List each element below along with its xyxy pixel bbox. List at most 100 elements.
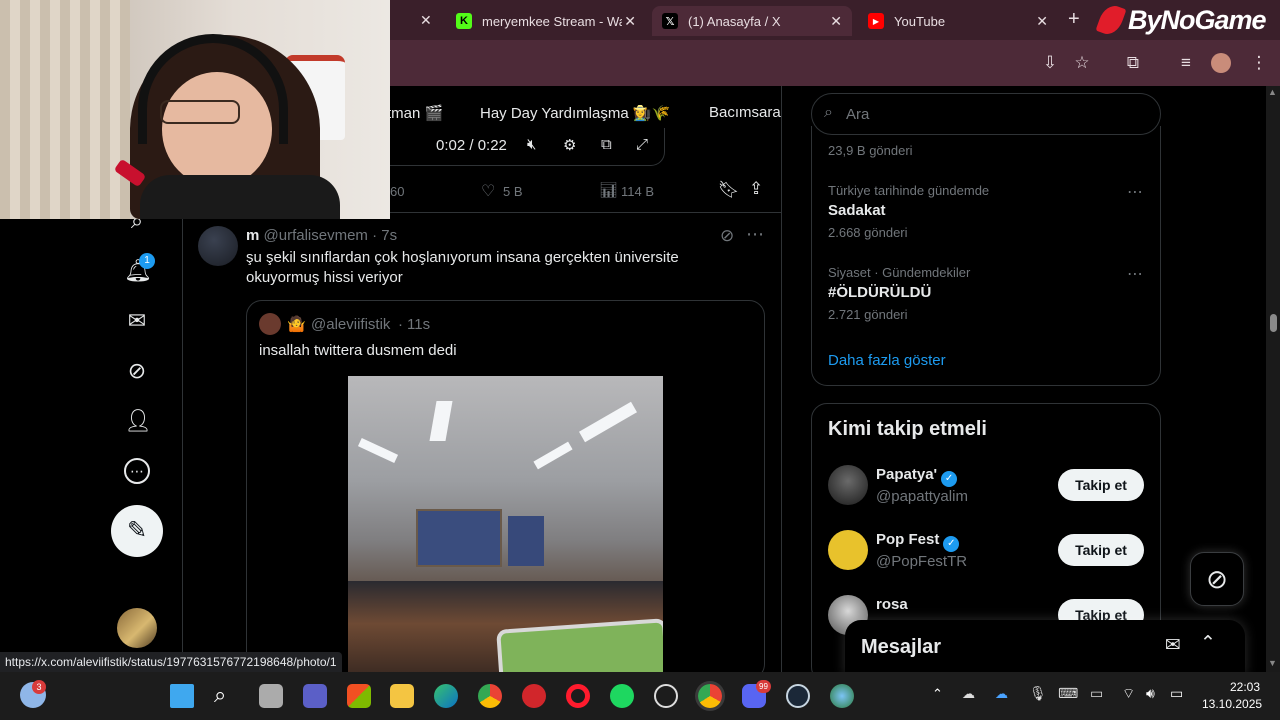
views-count[interactable]: 114 B bbox=[621, 184, 654, 199]
reply-count[interactable]: 60 bbox=[390, 184, 404, 199]
more-circle-icon[interactable]: ⋯ bbox=[124, 458, 150, 484]
status-bar-url: https://x.com/aleviifistik/status/197763… bbox=[0, 652, 342, 672]
tab-close-button[interactable]: ✕ bbox=[1036, 13, 1048, 30]
expand-drawer-icon[interactable]: ⌃ bbox=[1200, 632, 1216, 655]
mute-icon[interactable]: 🔇︎ bbox=[527, 136, 536, 153]
trend-count: 23,9 B gönderi bbox=[828, 143, 913, 158]
chalkboard bbox=[508, 516, 544, 566]
tray-onedrive-icon[interactable]: ☁ bbox=[995, 686, 1008, 702]
follow-button[interactable]: Takip et bbox=[1058, 534, 1144, 566]
tab-kick-stream[interactable]: K meryemkee Stream - Wa ✕ bbox=[446, 6, 646, 36]
new-tab-button[interactable]: + bbox=[1068, 8, 1080, 31]
quoted-tweet-card[interactable]: 🤷 @aleviifistik · 11s insallah twittera … bbox=[246, 300, 765, 680]
globe-app-icon[interactable] bbox=[830, 684, 854, 708]
follow-button[interactable]: Takip et bbox=[1058, 469, 1144, 501]
follow-name[interactable]: Papatya' bbox=[876, 466, 937, 483]
bookmark-icon[interactable]: 🔖︎ bbox=[718, 180, 740, 200]
profile-person-icon[interactable]: 👤︎ bbox=[124, 408, 152, 434]
account-avatar[interactable] bbox=[117, 608, 157, 648]
messages-drawer[interactable]: Mesajlar ✉ ⌃ bbox=[845, 620, 1245, 675]
page-scrollbar[interactable]: ▲ ▼ bbox=[1266, 86, 1280, 672]
clock-time[interactable]: 22:03 bbox=[1230, 680, 1260, 694]
tweet-author-handle[interactable]: @urfalisevmem bbox=[264, 227, 368, 244]
follow-handle: @papattyalim bbox=[876, 488, 968, 505]
extensions-icon[interactable]: ⧉ bbox=[1123, 53, 1143, 73]
messages-envelope-icon[interactable]: ✉ bbox=[124, 308, 150, 334]
obs-icon[interactable] bbox=[654, 684, 678, 708]
scroll-up-arrow-icon[interactable]: ▲ bbox=[1268, 87, 1277, 97]
media-player-icon[interactable] bbox=[522, 684, 546, 708]
tray-keyboard-icon[interactable]: ⌨ bbox=[1058, 685, 1078, 702]
views-icon[interactable]: 📊︎ bbox=[599, 181, 618, 199]
tab-close-button[interactable]: ✕ bbox=[830, 13, 842, 30]
tab-youtube[interactable]: ▶ YouTube ✕ bbox=[858, 6, 1058, 36]
store-icon[interactable] bbox=[347, 684, 371, 708]
wifi-icon[interactable]: ⌔ bbox=[1122, 685, 1135, 703]
opera-icon[interactable] bbox=[566, 684, 590, 708]
chrome-icon[interactable] bbox=[478, 684, 502, 708]
verified-badge-icon: ✓ bbox=[943, 536, 960, 552]
quoted-photo[interactable] bbox=[348, 376, 663, 676]
media-control-icon[interactable]: ≡ bbox=[1176, 53, 1196, 73]
tweet-avatar[interactable] bbox=[198, 226, 238, 266]
profile-avatar[interactable] bbox=[1211, 53, 1231, 73]
follow-avatar[interactable] bbox=[828, 530, 868, 570]
like-icon[interactable]: ♡ bbox=[481, 181, 495, 201]
tray-cloud-sync-icon[interactable]: ☁ bbox=[962, 686, 975, 702]
tab-label: meryemkee Stream - Wa bbox=[482, 13, 622, 29]
trend-title[interactable]: #ÖLDÜRÜLDÜ bbox=[828, 284, 931, 301]
trend-title[interactable]: Sadakat bbox=[828, 202, 886, 219]
spotify-icon[interactable] bbox=[610, 684, 634, 708]
windows-taskbar: 3 ⌕ 99 ⌃ ☁ ☁ 🎙︎ ⌨ ▭ ⌔ 🔊︎ ▭ 22:03 13.10.2… bbox=[0, 672, 1280, 720]
steam-icon[interactable] bbox=[786, 684, 810, 708]
battery-icon[interactable]: ▭ bbox=[1170, 685, 1183, 702]
tweet-time[interactable]: 7s bbox=[381, 227, 397, 244]
show-hidden-icons-chevron[interactable]: ⌃ bbox=[932, 686, 943, 702]
grok-explain-icon[interactable]: ⊘ bbox=[720, 226, 734, 246]
grok-icon[interactable]: ⊘ bbox=[124, 358, 150, 384]
compose-post-button[interactable]: ✎ bbox=[111, 505, 163, 557]
topic-tab[interactable]: Hay Day Yardımlaşma 👩‍🌾🌾 bbox=[480, 104, 670, 122]
windows-start-icon[interactable] bbox=[170, 684, 194, 708]
chalkboard bbox=[416, 509, 502, 567]
streamer-shirt bbox=[140, 175, 340, 219]
tweet-more-icon[interactable]: ⋯ bbox=[746, 224, 764, 245]
trend-meta: Siyaset · Gündemdekiler bbox=[828, 265, 971, 280]
edge-icon[interactable] bbox=[434, 684, 458, 708]
trend-more-icon[interactable]: ⋯ bbox=[1127, 182, 1143, 202]
tray-microphone-icon[interactable]: 🎙︎ bbox=[1029, 685, 1047, 702]
pip-icon[interactable]: ⧉ bbox=[601, 136, 612, 153]
follow-name[interactable]: rosa bbox=[876, 596, 908, 613]
volume-icon[interactable]: 🔊︎ bbox=[1146, 685, 1155, 702]
tweet-author-name[interactable]: m bbox=[246, 227, 259, 244]
file-explorer-icon[interactable] bbox=[390, 684, 414, 708]
taskbar-search-icon[interactable]: ⌕ bbox=[214, 682, 226, 708]
search-icon: ⌕ bbox=[824, 104, 833, 121]
bynogame-text: ByNoGame bbox=[1128, 4, 1267, 35]
tab-close-button[interactable]: ✕ bbox=[420, 12, 432, 29]
task-view-icon[interactable] bbox=[259, 684, 283, 708]
video-settings-icon[interactable]: ⚙ bbox=[563, 136, 576, 154]
tab-x-home[interactable]: 𝕏 (1) Anasayfa / X ✕ bbox=[652, 6, 852, 36]
scrollbar-thumb[interactable] bbox=[1270, 314, 1277, 332]
share-icon[interactable]: ⇪ bbox=[749, 179, 763, 199]
follow-name[interactable]: Pop Fest bbox=[876, 531, 939, 548]
new-message-icon[interactable]: ✉ bbox=[1165, 634, 1181, 657]
tray-display-icon[interactable]: ▭ bbox=[1090, 685, 1103, 702]
bookmark-star-icon[interactable]: ☆ bbox=[1072, 53, 1092, 73]
grok-floating-button[interactable]: ⊘ bbox=[1190, 552, 1244, 606]
install-app-icon[interactable]: ⇩ bbox=[1040, 53, 1060, 73]
topic-tab[interactable]: tman 🎬 bbox=[387, 104, 443, 122]
tab-close-button[interactable]: ✕ bbox=[624, 13, 636, 30]
clock-date[interactable]: 13.10.2025 bbox=[1202, 697, 1262, 711]
chrome-profile-icon[interactable] bbox=[698, 684, 722, 708]
trend-more-icon[interactable]: ⋯ bbox=[1127, 264, 1143, 284]
scroll-down-arrow-icon[interactable]: ▼ bbox=[1268, 658, 1277, 668]
like-count[interactable]: 5 B bbox=[503, 184, 523, 199]
chrome-menu-icon[interactable]: ⋮ bbox=[1249, 53, 1269, 73]
topic-tab[interactable]: Bacımsara bbox=[709, 104, 781, 121]
fullscreen-icon[interactable]: ⤢ bbox=[636, 136, 648, 153]
show-more-link[interactable]: Daha fazla göster bbox=[828, 352, 946, 369]
follow-avatar[interactable] bbox=[828, 465, 868, 505]
teams-icon[interactable] bbox=[303, 684, 327, 708]
